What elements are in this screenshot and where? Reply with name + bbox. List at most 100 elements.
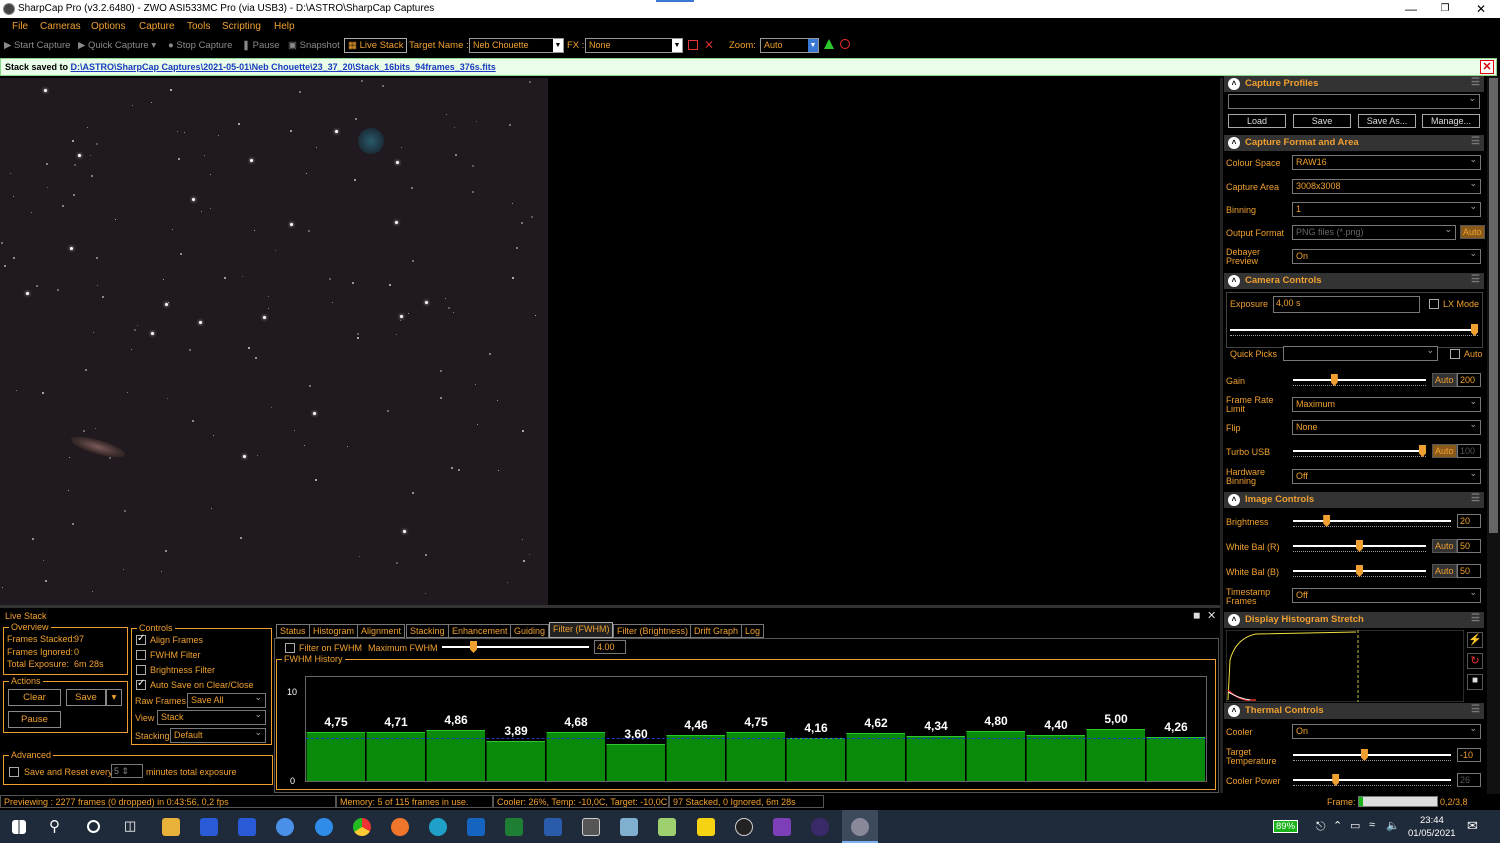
save-profile-button[interactable]: Save	[1293, 114, 1351, 128]
collapse-icon[interactable]: ˄	[1228, 275, 1240, 287]
cloud-icon[interactable]	[276, 818, 294, 836]
task-view-icon[interactable]: ◫	[124, 818, 136, 834]
output-format-select[interactable]: PNG files (*.png)	[1292, 224, 1456, 240]
binning-select[interactable]: 1	[1292, 201, 1481, 217]
windows-start-icon[interactable]	[12, 820, 26, 834]
target-name-input[interactable]: Neb Chouette ▼	[469, 38, 564, 53]
fx-select[interactable]: None ▼	[585, 38, 683, 53]
menu-cameras[interactable]: Cameras	[40, 21, 81, 32]
histogram-icon[interactable]	[824, 39, 834, 49]
histogram-plot[interactable]	[1226, 630, 1464, 702]
tab-filter-fwhm[interactable]: Filter (FWHM)	[549, 622, 614, 638]
snapshot-button[interactable]: ▣ Snapshot	[288, 40, 340, 51]
clear-button[interactable]: Clear	[8, 689, 61, 706]
colour-space-select[interactable]: RAW16	[1292, 154, 1481, 170]
powershell-2-icon[interactable]	[238, 818, 256, 836]
turbo-usb-slider[interactable]	[1293, 445, 1426, 457]
battery-indicator[interactable]: 89%	[1273, 820, 1299, 833]
hw-binning-select[interactable]: Off	[1292, 468, 1481, 484]
thermal-header[interactable]: ˄ Thermal Controls ☰	[1224, 703, 1484, 719]
tab-drift-graph[interactable]: Drift Graph	[690, 624, 743, 638]
tab-alignment[interactable]: Alignment	[357, 624, 406, 638]
wb-red-slider[interactable]	[1293, 540, 1426, 552]
auto-exposure-checkbox[interactable]	[1450, 349, 1460, 359]
stacking-select[interactable]: Default	[170, 727, 266, 743]
view-select[interactable]: Stack	[157, 709, 266, 725]
lx-mode-checkbox[interactable]	[1429, 299, 1439, 309]
raw-frames-select[interactable]: Save All	[187, 692, 266, 708]
profile-select[interactable]	[1228, 93, 1480, 109]
notepad-icon[interactable]	[658, 818, 676, 836]
wb-blue-auto-button[interactable]: Auto	[1432, 564, 1457, 578]
menu-file[interactable]: File	[12, 21, 28, 32]
brightness-value[interactable]: 20	[1457, 514, 1481, 528]
capture-profiles-header[interactable]: ˄ Capture Profiles ☰	[1224, 76, 1484, 92]
crosshair-icon[interactable]: ⨯	[704, 37, 714, 51]
start-capture-button[interactable]: ▶ Start Capture	[4, 40, 70, 51]
capture-area-select[interactable]: 3008x3008	[1292, 178, 1481, 194]
wb-red-auto-button[interactable]: Auto	[1432, 539, 1457, 553]
collapse-icon[interactable]: ˄	[1228, 614, 1240, 626]
tab-stacking[interactable]: Stacking	[406, 624, 449, 638]
debayer-select[interactable]: On	[1292, 248, 1481, 264]
pin-icon[interactable]: ◼	[1193, 610, 1200, 621]
collapse-icon[interactable]: ˄	[1228, 137, 1240, 149]
chevron-up-icon[interactable]: ⌃	[1333, 819, 1342, 832]
tab-filter-brightness[interactable]: Filter (Brightness)	[613, 624, 693, 638]
slider-thumb[interactable]	[470, 641, 477, 653]
turbo-auto-button[interactable]: Auto	[1432, 444, 1457, 458]
sharpcap-taskbar-button[interactable]	[842, 810, 878, 843]
turbo-value[interactable]: 100	[1457, 444, 1481, 458]
menu-help[interactable]: Help	[274, 21, 295, 32]
collapse-icon[interactable]: ˄	[1228, 705, 1240, 717]
wb-blue-value[interactable]: 50	[1457, 564, 1481, 578]
usb-icon[interactable]: ⎋	[1316, 819, 1326, 834]
brightness-filter-checkbox[interactable]	[136, 665, 146, 675]
powershell-icon[interactable]	[200, 818, 218, 836]
fwhm-filter-checkbox[interactable]	[136, 650, 146, 660]
save-options-dropdown[interactable]: ▾	[106, 689, 122, 706]
max-fwhm-slider[interactable]	[442, 641, 589, 653]
minimize-icon[interactable]: —	[1396, 1, 1426, 17]
menu-icon[interactable]: ☰	[1471, 136, 1480, 147]
maximize-icon[interactable]: ❐	[1430, 1, 1460, 17]
save-icon[interactable]: ■	[1467, 674, 1483, 690]
camera-preview[interactable]	[0, 78, 548, 605]
target-temp-value[interactable]: -10	[1457, 748, 1481, 762]
max-fwhm-value[interactable]: 4.00	[594, 640, 626, 654]
file-explorer-icon[interactable]	[162, 818, 180, 836]
tab-log[interactable]: Log	[741, 624, 765, 638]
tab-enhancement[interactable]: Enhancement	[448, 624, 512, 638]
timestamp-select[interactable]: Off	[1292, 587, 1481, 603]
splitter[interactable]	[0, 605, 1220, 608]
quick-capture-button[interactable]: ▶ Quick Capture ▾	[78, 40, 156, 51]
chrome-icon[interactable]	[353, 818, 371, 836]
brightness-slider[interactable]	[1293, 515, 1451, 527]
close-icon[interactable]: ✕	[1207, 609, 1216, 622]
gain-auto-button[interactable]: Auto	[1432, 373, 1457, 387]
excel-icon[interactable]	[505, 818, 523, 836]
close-icon[interactable]: ✕	[1466, 1, 1496, 17]
calculator-icon[interactable]	[582, 818, 600, 836]
focus-icon[interactable]	[840, 39, 850, 49]
onenote-icon[interactable]	[773, 818, 791, 836]
menu-icon[interactable]: ☰	[1471, 493, 1480, 504]
menu-icon[interactable]: ☰	[1471, 613, 1480, 624]
stop-capture-button[interactable]: ● Stop Capture	[168, 40, 232, 51]
exposure-slider[interactable]	[1230, 324, 1478, 336]
save-stack-button[interactable]: Save	[66, 689, 106, 706]
tab-histogram[interactable]: Histogram	[309, 624, 359, 638]
collapse-icon[interactable]: ˄	[1228, 78, 1240, 90]
save-as-profile-button[interactable]: Save As...	[1358, 114, 1416, 128]
close-icon[interactable]: ✕	[1480, 60, 1494, 74]
collapse-icon[interactable]: ˄	[1228, 494, 1240, 506]
live-stack-button[interactable]: ▦ Live Stack	[344, 38, 408, 53]
frame-rate-select[interactable]: Maximum	[1292, 396, 1481, 412]
pause-button[interactable]: ❚ Pause	[242, 40, 280, 51]
camera-controls-header[interactable]: ˄ Camera Controls ☰	[1224, 273, 1484, 289]
wb-red-value[interactable]: 50	[1457, 539, 1481, 553]
astro-app-icon[interactable]	[735, 818, 753, 836]
notification-icon[interactable]: ✉	[1467, 818, 1478, 834]
firefox-icon[interactable]	[391, 818, 409, 836]
save-reset-checkbox[interactable]	[9, 767, 19, 777]
